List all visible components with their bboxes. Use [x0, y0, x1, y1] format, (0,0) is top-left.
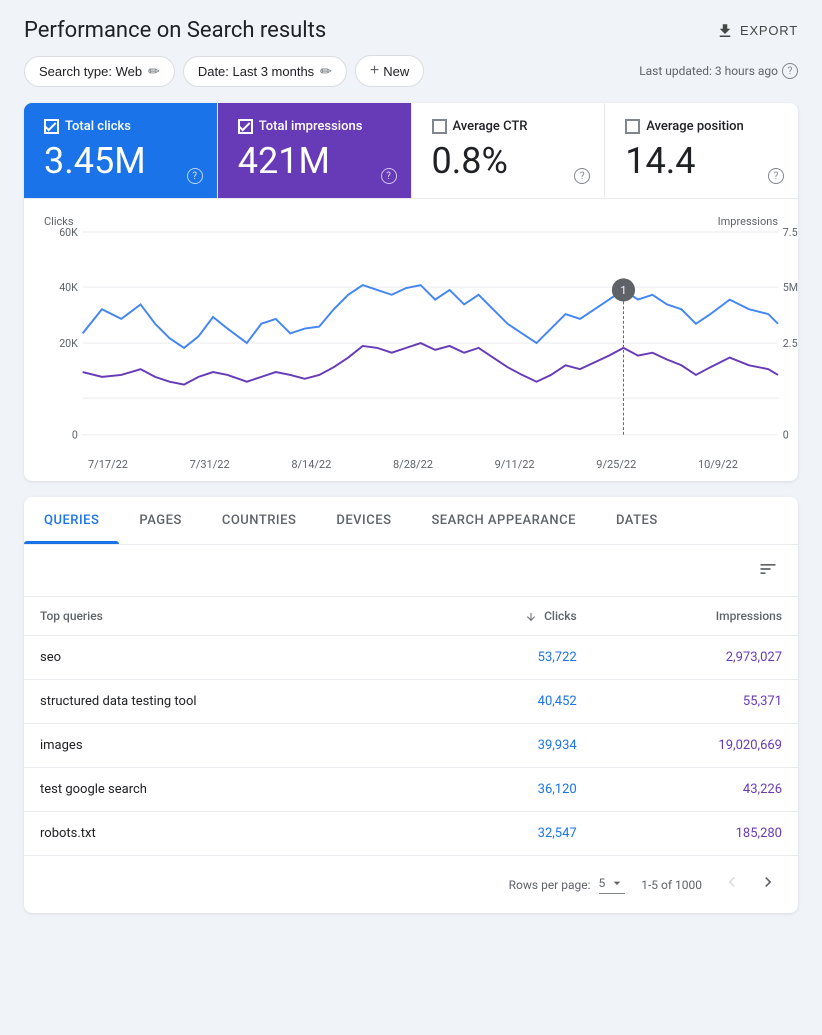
- metric-checkbox-position[interactable]: [625, 119, 640, 134]
- edit-icon: ✏: [320, 63, 332, 80]
- tab-search-appearance[interactable]: SEARCH APPEARANCE: [411, 497, 596, 544]
- tab-queries[interactable]: QUERIES: [24, 497, 119, 544]
- download-icon: [716, 22, 734, 40]
- clicks-cell: 40,452: [418, 680, 593, 724]
- impressions-cell: 55,371: [593, 680, 798, 724]
- metric-value-position: 14.4: [625, 140, 778, 182]
- table-row: structured data testing tool 40,452 55,3…: [24, 680, 798, 724]
- help-icon[interactable]: ?: [782, 63, 798, 79]
- chart-area: Clicks Impressions 60K 40K 20K 0 7.5M 5M…: [24, 199, 798, 481]
- performance-chart: 60K 40K 20K 0 7.5M 5M 2.5M 0 1: [44, 232, 778, 454]
- main-card: Total clicks 3.45M ? Total impressions 4…: [24, 103, 798, 481]
- svg-text:2.5M: 2.5M: [783, 337, 798, 350]
- tab-pages[interactable]: PAGES: [119, 497, 201, 544]
- clicks-cell: 32,547: [418, 812, 593, 856]
- col-header-queries: Top queries: [24, 597, 418, 636]
- impressions-cell: 19,020,669: [593, 724, 798, 768]
- svg-text:0: 0: [783, 429, 789, 442]
- pagination: Rows per page: 5 1-5 of 1000: [24, 855, 798, 913]
- page-title: Performance on Search results: [24, 18, 326, 43]
- table-card: QUERIES PAGES COUNTRIES DEVICES SEARCH A…: [24, 497, 798, 913]
- metric-checkbox-impressions[interactable]: [238, 119, 253, 134]
- query-cell: structured data testing tool: [24, 680, 418, 724]
- export-button[interactable]: EXPORT: [716, 22, 798, 40]
- svg-text:40K: 40K: [59, 281, 78, 294]
- impressions-cell: 185,280: [593, 812, 798, 856]
- metric-label-position: Average position: [646, 119, 744, 134]
- metric-total-impressions[interactable]: Total impressions 421M ?: [218, 103, 412, 198]
- tab-countries[interactable]: COUNTRIES: [202, 497, 317, 544]
- query-cell: test google search: [24, 768, 418, 812]
- metric-average-ctr[interactable]: Average CTR 0.8% ?: [412, 103, 606, 198]
- table-row: seo 53,722 2,973,027: [24, 636, 798, 680]
- rows-per-page: Rows per page: 5: [509, 875, 626, 894]
- plus-icon: +: [370, 62, 379, 80]
- last-updated: Last updated: 3 hours ago ?: [639, 63, 798, 79]
- metric-total-clicks[interactable]: Total clicks 3.45M ?: [24, 103, 218, 198]
- metric-value-ctr: 0.8%: [432, 140, 585, 182]
- next-page-button[interactable]: [754, 870, 782, 899]
- toolbar: Search type: Web ✏ Date: Last 3 months ✏…: [0, 55, 822, 103]
- page-navigation: [718, 870, 782, 899]
- metric-value-impressions: 421M: [238, 140, 391, 182]
- query-cell: seo: [24, 636, 418, 680]
- svg-text:20K: 20K: [59, 337, 78, 350]
- rows-per-page-select[interactable]: 5: [599, 875, 626, 894]
- table-header-row: Top queries Clicks Impressions: [24, 597, 798, 636]
- metric-checkbox-clicks[interactable]: [44, 119, 59, 134]
- filter-row: [24, 545, 798, 597]
- help-icon-impressions[interactable]: ?: [381, 168, 397, 184]
- table-row: robots.txt 32,547 185,280: [24, 812, 798, 856]
- metric-value-clicks: 3.45M: [44, 140, 197, 182]
- table-row: images 39,934 19,020,669: [24, 724, 798, 768]
- help-icon-clicks[interactable]: ?: [187, 168, 203, 184]
- header: Performance on Search results EXPORT: [0, 0, 822, 55]
- table-row: test google search 36,120 43,226: [24, 768, 798, 812]
- chevron-left-icon: [722, 872, 742, 892]
- metric-label-clicks: Total clicks: [65, 119, 131, 134]
- svg-text:5M: 5M: [783, 281, 798, 294]
- tabs-row: QUERIES PAGES COUNTRIES DEVICES SEARCH A…: [24, 497, 798, 545]
- query-cell: images: [24, 724, 418, 768]
- annotation-label: 1: [620, 284, 626, 297]
- tab-dates[interactable]: DATES: [596, 497, 678, 544]
- dropdown-icon: [609, 875, 625, 891]
- impressions-cell: 43,226: [593, 768, 798, 812]
- edit-icon: ✏: [148, 63, 160, 80]
- clicks-cell: 36,120: [418, 768, 593, 812]
- metric-label-impressions: Total impressions: [259, 119, 363, 134]
- impressions-cell: 2,973,027: [593, 636, 798, 680]
- search-type-filter[interactable]: Search type: Web ✏: [24, 56, 175, 87]
- metric-average-position[interactable]: Average position 14.4 ?: [605, 103, 798, 198]
- prev-page-button[interactable]: [718, 870, 746, 899]
- page-info: 1-5 of 1000: [641, 878, 702, 892]
- metrics-row: Total clicks 3.45M ? Total impressions 4…: [24, 103, 798, 199]
- new-button[interactable]: + New: [355, 55, 424, 87]
- metric-label-ctr: Average CTR: [453, 119, 528, 134]
- tab-devices[interactable]: DEVICES: [316, 497, 411, 544]
- queries-table: Top queries Clicks Impressions seo 53,72…: [24, 597, 798, 855]
- col-header-impressions: Impressions: [593, 597, 798, 636]
- sort-arrow-down: [525, 609, 544, 623]
- chart-right-label: Impressions: [718, 215, 778, 228]
- column-filter-button[interactable]: [754, 555, 782, 586]
- col-header-clicks[interactable]: Clicks: [418, 597, 593, 636]
- svg-text:7.5M: 7.5M: [783, 226, 798, 239]
- svg-text:60K: 60K: [59, 226, 78, 239]
- help-icon-ctr[interactable]: ?: [574, 168, 590, 184]
- clicks-cell: 39,934: [418, 724, 593, 768]
- query-cell: robots.txt: [24, 812, 418, 856]
- date-filter[interactable]: Date: Last 3 months ✏: [183, 56, 347, 87]
- svg-text:0: 0: [72, 429, 78, 442]
- clicks-cell: 53,722: [418, 636, 593, 680]
- x-axis-labels: 7/17/22 7/31/22 8/14/22 8/28/22 9/11/22 …: [44, 454, 778, 471]
- chevron-right-icon: [758, 872, 778, 892]
- metric-checkbox-ctr[interactable]: [432, 119, 447, 134]
- help-icon-position[interactable]: ?: [768, 168, 784, 184]
- filter-icon: [758, 559, 778, 579]
